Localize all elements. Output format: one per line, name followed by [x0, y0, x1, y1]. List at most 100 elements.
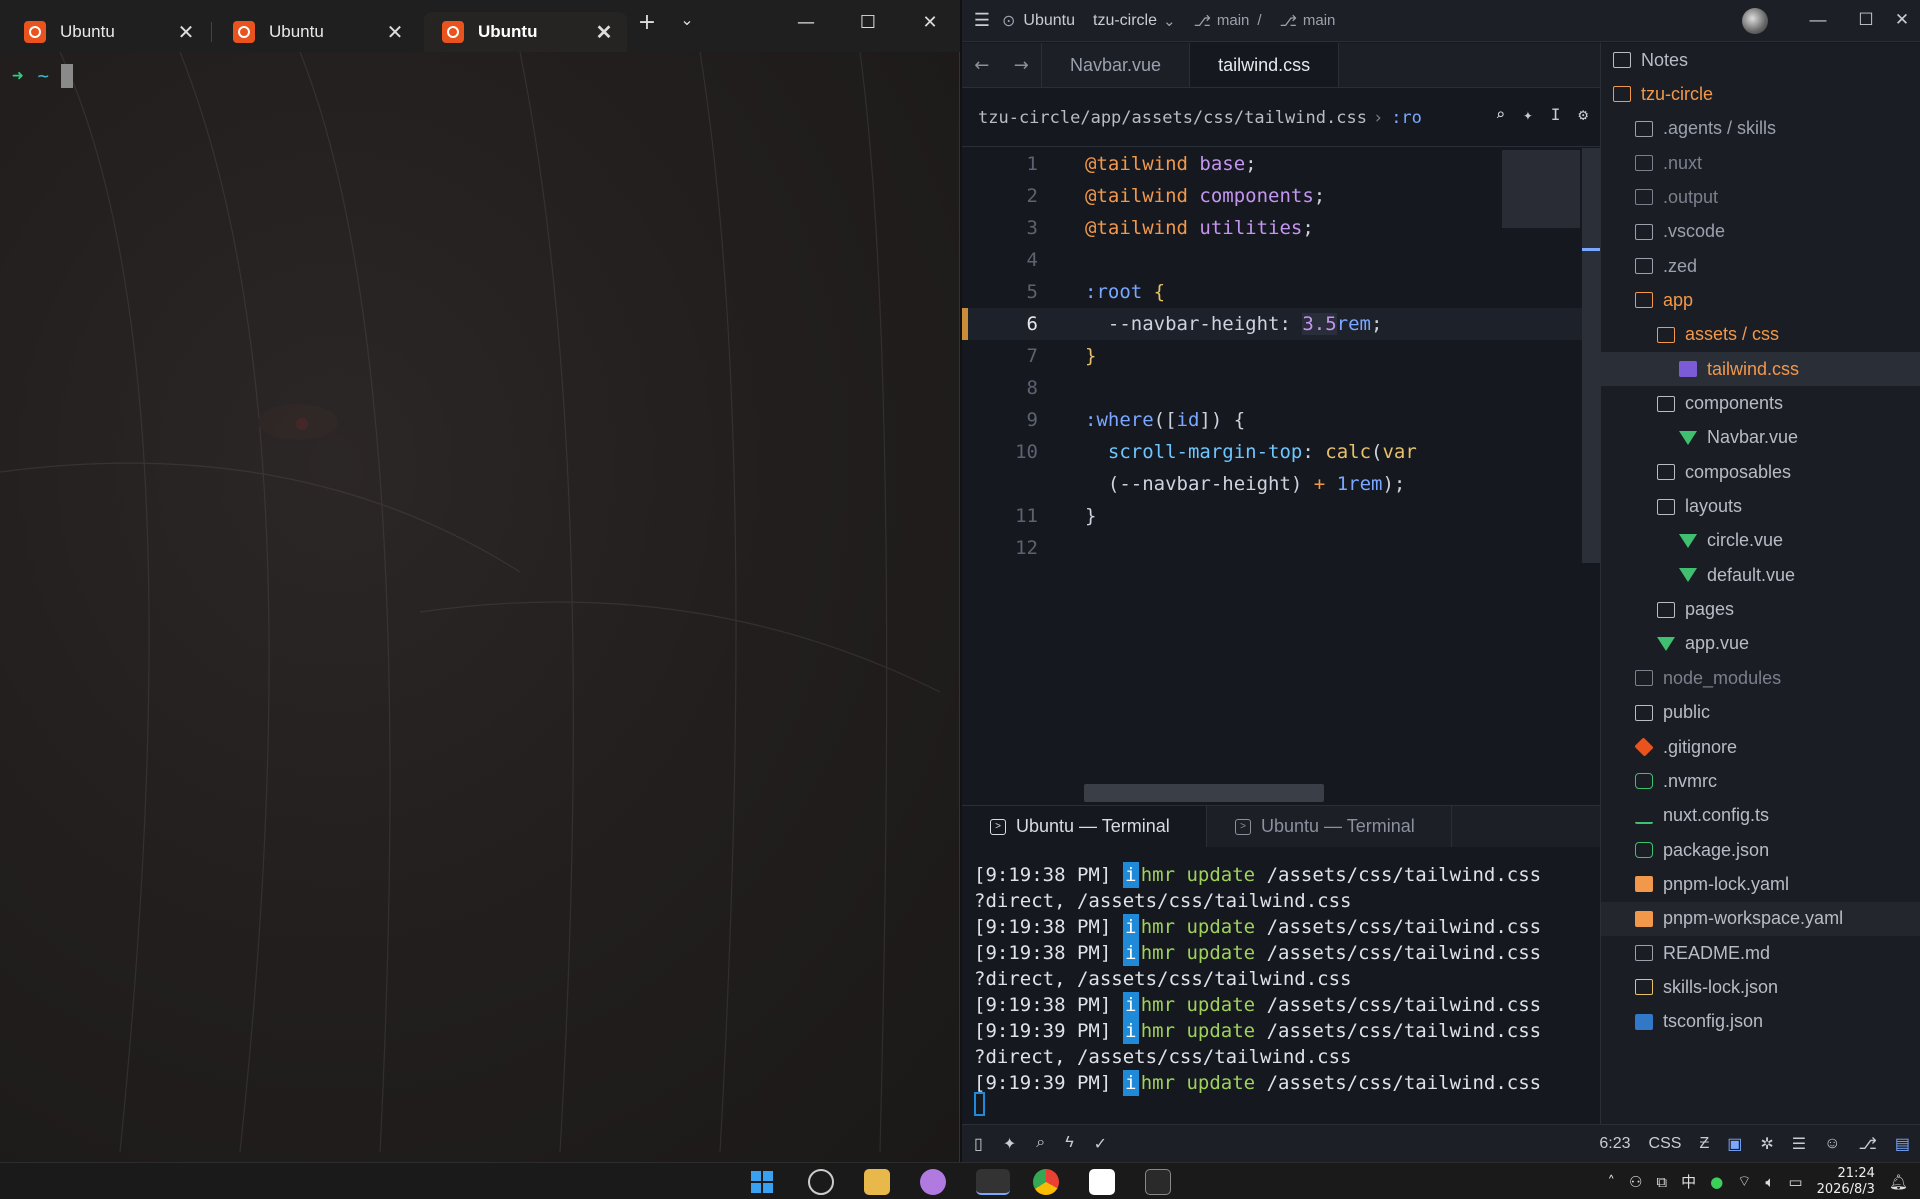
project-item[interactable]: README.md: [1601, 936, 1920, 970]
git-icon[interactable]: ⎇: [1858, 1134, 1876, 1154]
project-item[interactable]: nuxt.config.ts: [1601, 799, 1920, 833]
terminal-panel-tab-2[interactable]: > Ubuntu — Terminal: [1207, 806, 1452, 847]
project-item[interactable]: layouts: [1601, 490, 1920, 524]
tab-dropdown-button[interactable]: ⌄: [667, 10, 707, 52]
check-icon[interactable]: ✓: [1094, 1134, 1107, 1154]
ime-indicator[interactable]: 中: [1681, 1171, 1696, 1192]
qq-icon[interactable]: [1089, 1169, 1115, 1195]
maximize-button[interactable]: ☐: [848, 12, 888, 33]
branch-switcher-1[interactable]: ⎇ main: [1194, 12, 1250, 30]
project-item[interactable]: Notes: [1601, 43, 1920, 77]
breadcrumb-symbol[interactable]: :ro: [1391, 108, 1422, 128]
project-panel-icon[interactable]: ▤: [1895, 1134, 1910, 1154]
zed-app-icon[interactable]: [1145, 1169, 1171, 1195]
file-explorer-icon[interactable]: [864, 1169, 890, 1195]
project-item[interactable]: assets / css: [1601, 318, 1920, 352]
settings-sliders-icon[interactable]: ⚙: [1578, 105, 1588, 124]
close-icon[interactable]: ✕: [384, 20, 406, 45]
code-editor[interactable]: 1 @tailwind base; 2 @tailwind components; …: [962, 148, 1584, 803]
maximize-button[interactable]: ☐: [1846, 10, 1886, 30]
chevron-up-icon[interactable]: ˄: [1607, 1173, 1615, 1191]
assistant-icon[interactable]: ✦: [1003, 1134, 1016, 1154]
chrome-icon[interactable]: [1033, 1169, 1059, 1195]
close-window-button[interactable]: ✕: [910, 12, 950, 33]
terminal-tab-3[interactable]: Ubuntu ✕: [424, 12, 627, 52]
battery-icon[interactable]: ▭: [1788, 1173, 1802, 1191]
project-item[interactable]: default.vue: [1601, 558, 1920, 592]
project-item[interactable]: tzu-circle: [1601, 77, 1920, 111]
start-menu-icon[interactable]: [749, 1169, 775, 1195]
project-item[interactable]: .nvmrc: [1601, 764, 1920, 798]
project-item[interactable]: pnpm-workspace.yaml: [1601, 901, 1920, 936]
project-item[interactable]: app: [1601, 283, 1920, 317]
project-item[interactable]: .vscode: [1601, 215, 1920, 249]
forward-arrow-icon[interactable]: →: [1014, 55, 1029, 76]
project-item[interactable]: .gitignore: [1601, 730, 1920, 764]
clipboard-icon[interactable]: ⧉: [1656, 1173, 1667, 1191]
close-icon[interactable]: ✕: [175, 20, 197, 45]
notification-icon[interactable]: 🔔︎: [1889, 1173, 1908, 1191]
project-item[interactable]: pages: [1601, 593, 1920, 627]
project-switcher[interactable]: tzu-circle ⌄: [1093, 12, 1176, 30]
tray-p-icon[interactable]: ●: [1710, 1173, 1723, 1191]
terminal-app-icon[interactable]: [976, 1169, 1010, 1195]
project-item[interactable]: app.vue: [1601, 627, 1920, 661]
new-tab-button[interactable]: +: [627, 10, 667, 52]
vertical-scrollbar[interactable]: [1582, 148, 1600, 563]
search-icon[interactable]: ⌕: [1036, 1134, 1045, 1154]
collab-icon[interactable]: ☺: [1824, 1135, 1840, 1153]
lightning-icon[interactable]: ϟ: [1065, 1134, 1073, 1154]
project-item[interactable]: .output: [1601, 180, 1920, 214]
remote-host[interactable]: ⊙ Ubuntu: [1002, 11, 1075, 31]
sidebar-toggle-icon[interactable]: ▯: [974, 1134, 983, 1154]
language-selector[interactable]: CSS: [1649, 1135, 1682, 1153]
breadcrumb[interactable]: tzu-circle/app/assets/css/tailwind.css ›…: [962, 89, 1600, 147]
minimize-button[interactable]: —: [786, 12, 826, 33]
project-item[interactable]: pnpm-lock.yaml: [1601, 867, 1920, 901]
minimize-button[interactable]: —: [1798, 10, 1838, 30]
zed-icon[interactable]: Ƶ: [1699, 1135, 1709, 1153]
project-item[interactable]: Navbar.vue: [1601, 421, 1920, 455]
project-item[interactable]: tailwind.css: [1601, 352, 1920, 387]
wifi-icon[interactable]: ⌔: [1737, 1172, 1751, 1191]
tab-tailwind-css[interactable]: tailwind.css: [1190, 43, 1340, 87]
outline-icon[interactable]: ☰: [1792, 1134, 1806, 1154]
close-icon[interactable]: ✕: [593, 20, 615, 45]
clock-date: 2026/8/3: [1816, 1181, 1875, 1197]
project-item[interactable]: composables: [1601, 455, 1920, 489]
tab-navbar-vue[interactable]: Navbar.vue: [1042, 43, 1191, 87]
project-item[interactable]: public: [1601, 696, 1920, 730]
project-item[interactable]: tsconfig.json: [1601, 1005, 1920, 1039]
clock[interactable]: 21:24 2026/8/3: [1817, 1166, 1875, 1198]
project-item[interactable]: skills-lock.json: [1601, 970, 1920, 1004]
cursor-position[interactable]: 6:23: [1599, 1135, 1630, 1153]
volume-icon[interactable]: 🔈︎: [1765, 1173, 1774, 1191]
close-window-button[interactable]: ✕: [1882, 10, 1920, 30]
avatar[interactable]: [1742, 8, 1768, 34]
minimap[interactable]: [1502, 150, 1580, 228]
menu-icon[interactable]: ☰: [962, 10, 1002, 31]
debug-icon[interactable]: ✲: [1760, 1134, 1773, 1154]
project-item[interactable]: .nuxt: [1601, 146, 1920, 180]
branch-switcher-2[interactable]: ⎇ main: [1280, 12, 1336, 30]
terminal-panel-tab-1[interactable]: > Ubuntu — Terminal: [962, 806, 1207, 847]
copilot-icon[interactable]: [808, 1169, 834, 1195]
terminal-output[interactable]: [9:19:38 PM] i hmr update /assets/css/tai…: [974, 862, 1600, 1096]
terminal-toggle-icon[interactable]: ▣: [1727, 1134, 1742, 1154]
project-item[interactable]: circle.vue: [1601, 524, 1920, 558]
project-item[interactable]: components: [1601, 387, 1920, 421]
terminal-tab-2[interactable]: Ubuntu ✕: [211, 12, 418, 52]
project-item[interactable]: package.json: [1601, 833, 1920, 867]
text-cursor-icon[interactable]: I: [1551, 105, 1561, 124]
cat-app-icon[interactable]: [920, 1169, 946, 1195]
horizontal-scrollbar[interactable]: [1084, 784, 1324, 802]
back-arrow-icon[interactable]: ←: [974, 55, 989, 76]
shell-prompt[interactable]: ➜ ~: [12, 64, 73, 88]
assistant-icon[interactable]: ✦: [1523, 105, 1533, 124]
terminal-tab-1[interactable]: Ubuntu ✕: [6, 12, 209, 52]
project-item[interactable]: .agents / skills: [1601, 112, 1920, 146]
project-item[interactable]: .zed: [1601, 249, 1920, 283]
tray-app-icon[interactable]: ⚇: [1629, 1173, 1642, 1191]
search-icon[interactable]: ⌕: [1495, 105, 1505, 124]
project-item[interactable]: node_modules: [1601, 661, 1920, 695]
